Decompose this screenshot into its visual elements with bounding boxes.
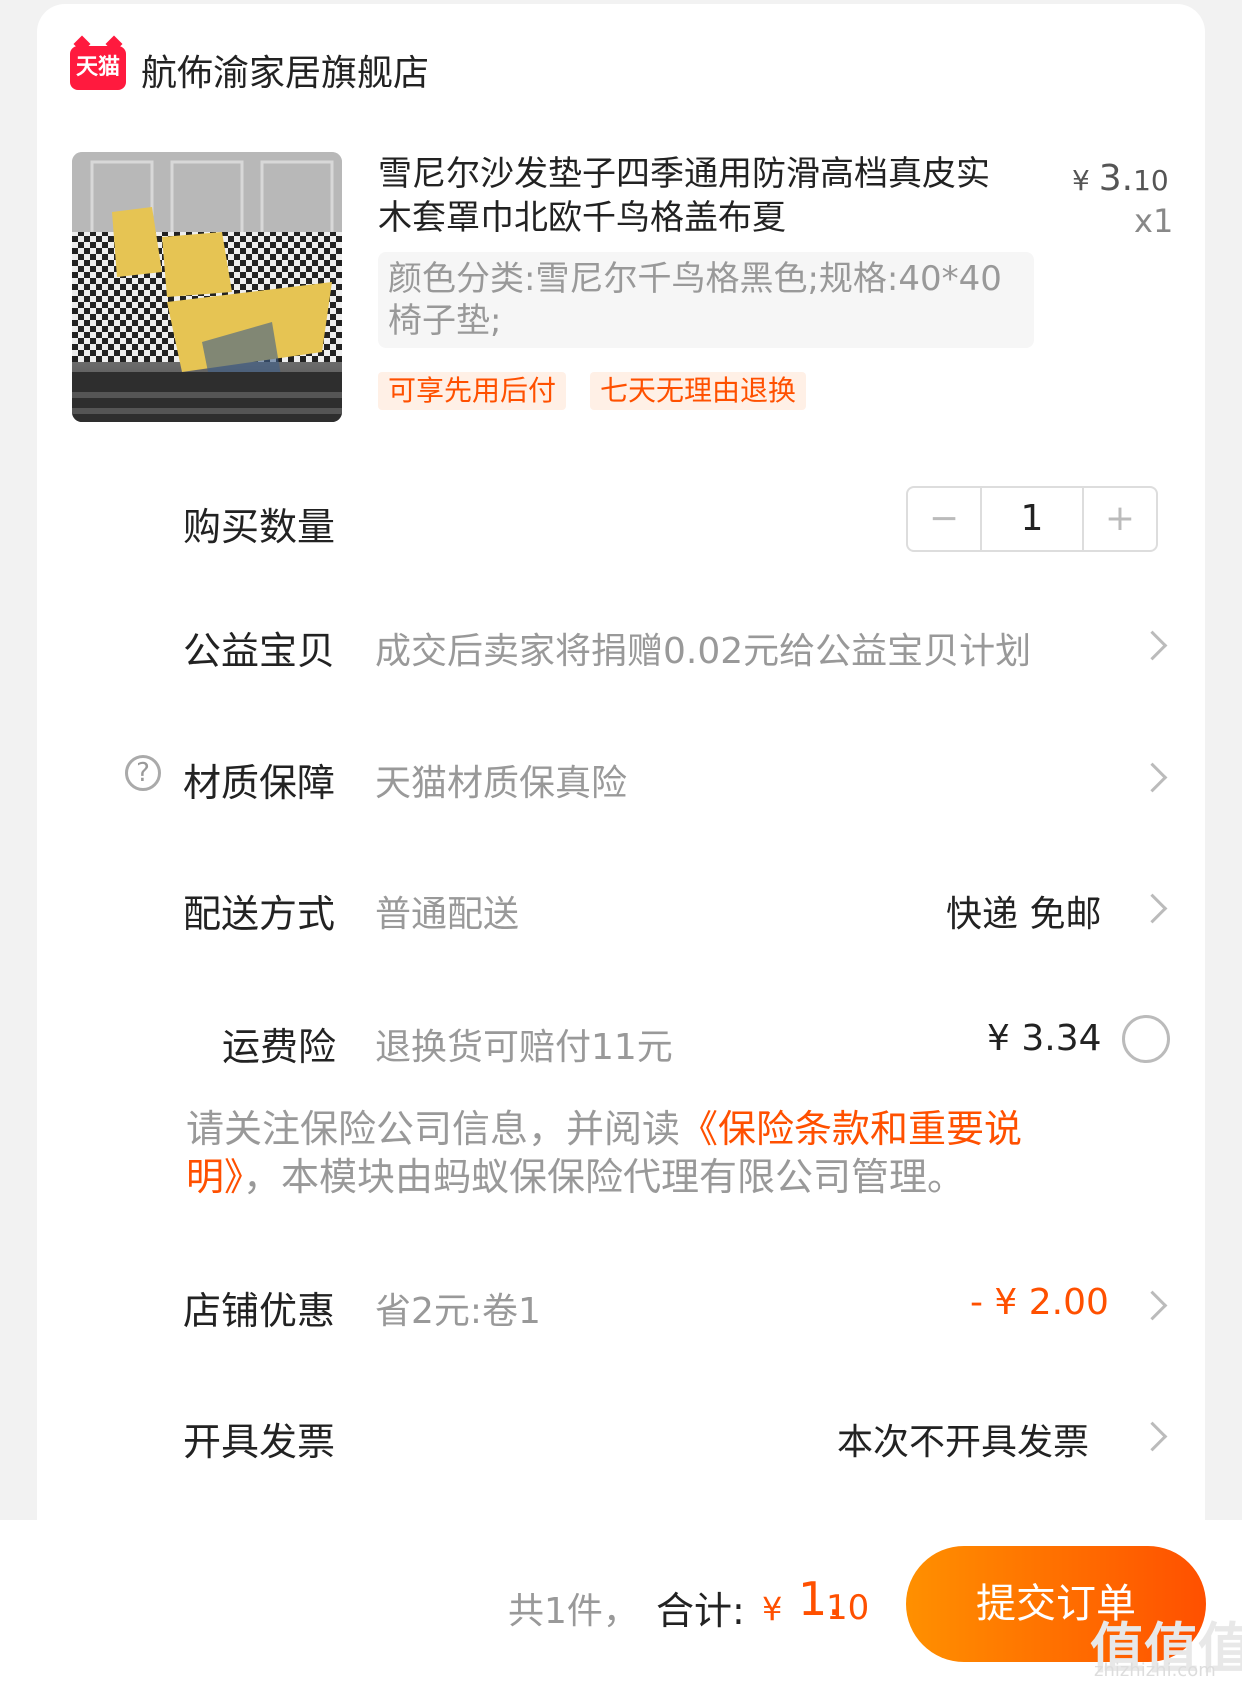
quantity-stepper[interactable]: − 1 + — [906, 486, 1158, 552]
unit-price: ¥ 3.10 — [1072, 158, 1169, 199]
shop-discount-value: 省2元:卷1 — [375, 1291, 541, 1332]
freight-insurance-price: ¥ 3.34 — [987, 1018, 1102, 1059]
material-label: 材质保障 — [183, 761, 336, 805]
help-icon[interactable]: ? — [125, 755, 161, 791]
delivery-label: 配送方式 — [183, 892, 336, 936]
shop-discount-amount[interactable]: - ¥ 2.00 — [970, 1282, 1109, 1323]
material-value[interactable]: 天猫材质保真险 — [375, 754, 627, 806]
tmall-logo: 天猫 — [70, 46, 126, 90]
shop-name[interactable]: 航佈渝家居旗舰店 — [141, 44, 429, 96]
freight-insurance-value: 退换货可赔付11元 — [375, 1027, 673, 1068]
product-image — [72, 152, 342, 422]
item-quantity: x1 — [1134, 202, 1174, 240]
tag-seven-day-return: 七天无理由退换 — [590, 372, 807, 410]
price-decimal: 10 — [1133, 164, 1169, 197]
total-currency: ¥ — [762, 1590, 783, 1628]
delivery-value: 普通配送 — [375, 894, 520, 935]
freight-insurance-label: 运费险 — [222, 1025, 337, 1069]
sku-text: 颜色分类:雪尼尔千鸟格黑色;规格:40*40 椅子垫; — [388, 259, 1002, 341]
tag-pay-later: 可享先用后付 — [378, 372, 567, 410]
product-thumbnail[interactable] — [72, 152, 342, 422]
total-label: 合计: — [656, 1589, 745, 1633]
freight-insurance-radio[interactable] — [1122, 1015, 1170, 1063]
insurance-notice: 请关注保险公司信息，并阅读《保险条款和重要说明》，本模块由蚂蚁保保险代理有限公司… — [186, 1105, 1086, 1201]
quantity-value[interactable]: 1 — [982, 488, 1082, 550]
invoice-label: 开具发票 — [183, 1420, 336, 1464]
invoice-value[interactable]: 本次不开具发票 — [837, 1413, 1089, 1465]
charity-value[interactable]: 成交后卖家将捐赠0.02元给公益宝贝计划 — [375, 622, 1031, 674]
price-symbol: ¥ — [1072, 164, 1090, 197]
product-title[interactable]: 雪尼尔沙发垫子四季通用防滑高档真皮实木套罩巾北欧千鸟格盖布夏 — [378, 152, 1018, 240]
shop-discount-label: 店铺优惠 — [183, 1289, 336, 1333]
total-decimal: 10 — [826, 1588, 870, 1628]
quantity-plus-button[interactable]: + — [1082, 488, 1156, 550]
price-integer: 3. — [1098, 158, 1134, 199]
notice-text-before: 请关注保险公司信息，并阅读 — [186, 1107, 681, 1151]
delivery-option[interactable]: 快递 免邮 — [946, 885, 1101, 937]
quantity-label: 购买数量 — [183, 505, 336, 549]
watermark-url: zhizhizhi.com — [1094, 1660, 1216, 1681]
quantity-minus-button[interactable]: − — [908, 488, 982, 550]
item-count: 共1件， — [508, 1591, 639, 1632]
notice-text-after: ，本模块由蚂蚁保保险代理有限公司管理。 — [243, 1155, 966, 1199]
charity-label: 公益宝贝 — [183, 629, 336, 673]
